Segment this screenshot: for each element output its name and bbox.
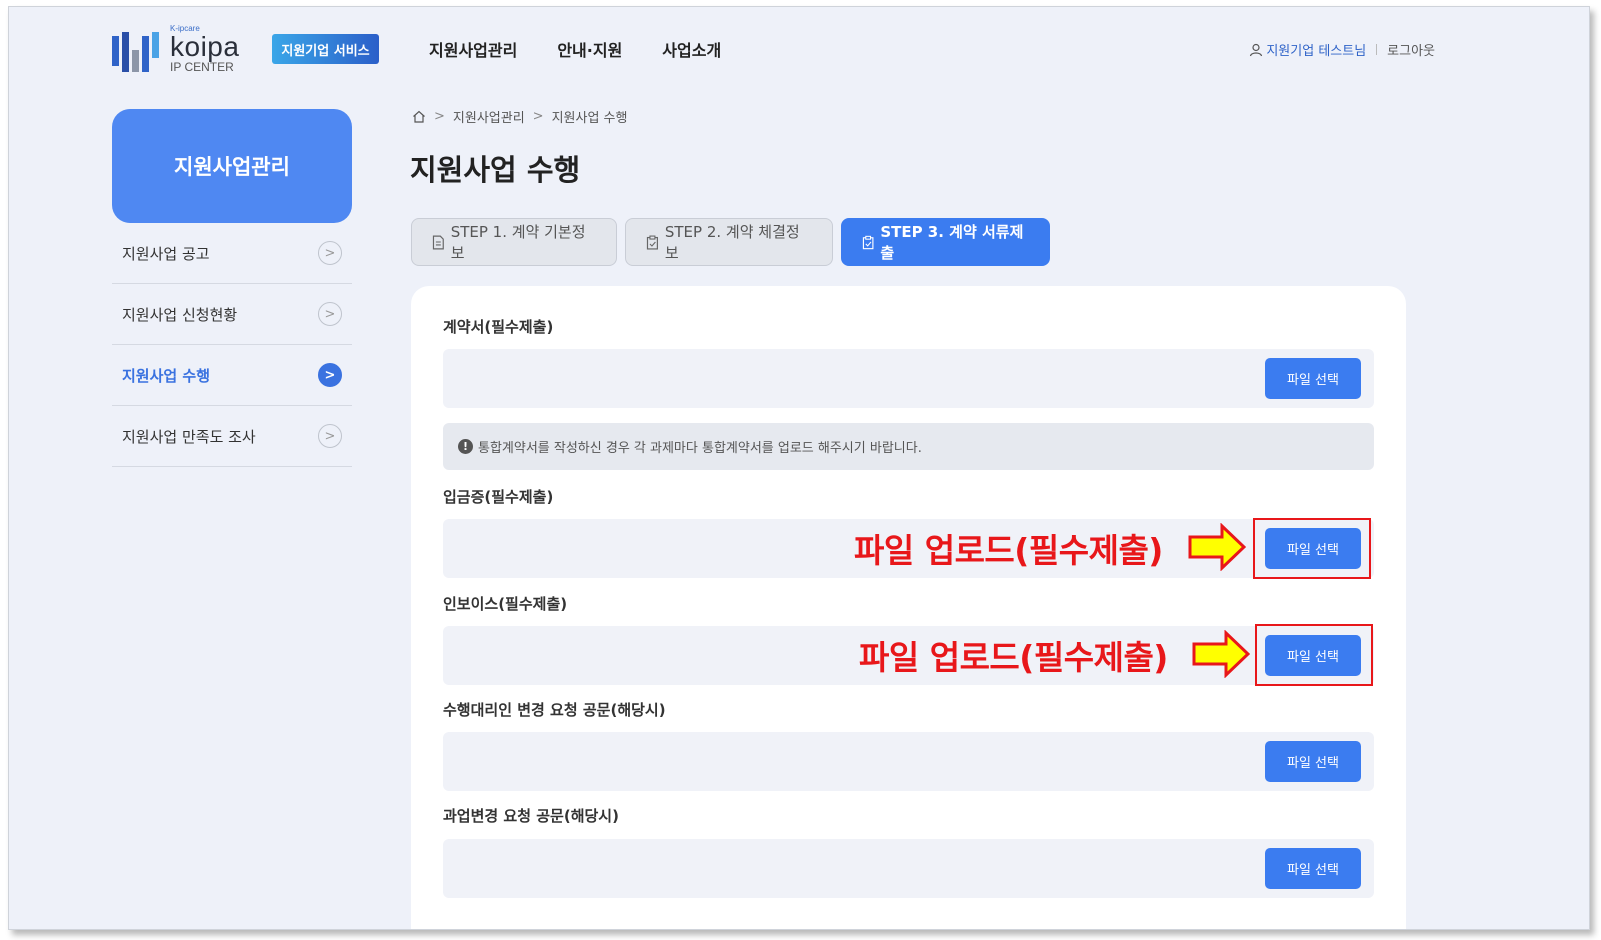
sidebar-item-satisfaction-survey[interactable]: 지원사업 만족도 조사 > [112,406,352,467]
tab-step-2[interactable]: STEP 2. 계약 체결정보 [625,218,833,266]
sidebar-item-label: 지원사업 신청현황 [122,305,238,324]
document-upload-form: 계약서(필수제출) 파일 선택 ! 통합계약서를 작성하신 경우 각 과제마다 … [411,286,1406,929]
logo-sub-text: IP CENTER [170,60,234,74]
tab-step-1[interactable]: STEP 1. 계약 기본정보 [411,218,617,266]
sidebar-item-label: 지원사업 만족도 조사 [122,427,256,446]
notice-box: ! 통합계약서를 작성하신 경우 각 과제마다 통합계약서를 업로드 해주시기 … [443,423,1374,470]
step-tabs: STEP 1. 계약 기본정보 STEP 2. 계약 체결정보 STEP 3. … [411,218,1050,266]
document-icon [432,235,444,249]
tab-label: STEP 3. 계약 서류제출 [880,223,1024,262]
clipboard-icon [646,235,658,250]
sidebar-item-execution[interactable]: 지원사업 수행 > [112,345,352,406]
home-icon[interactable] [412,110,426,123]
user-link[interactable]: 지원기업 테스트님 [1249,40,1366,59]
divider [1376,44,1378,55]
file-field-contract: 파일 선택 [443,349,1374,408]
user-name: 지원기업 테스트님 [1266,44,1367,59]
sidebar-item-application-status[interactable]: 지원사업 신청현황 > [112,284,352,345]
field-label-deposit-receipt: 입금증(필수제출) [443,488,554,506]
highlight-box [1253,518,1371,579]
highlight-box [1255,624,1373,686]
breadcrumb: > 지원사업관리 > 지원사업 수행 [412,107,627,126]
chevron-right-icon: > [318,424,342,448]
chevron-right-icon: > [318,241,342,265]
arrow-right-icon [1188,523,1246,571]
sidebar-item-label: 지원사업 공고 [122,244,210,263]
nav-item-support-management[interactable]: 지원사업관리 [429,37,517,61]
logo-main-text: koipa [170,31,240,62]
chevron-right-icon: > [318,363,342,387]
breadcrumb-item[interactable]: 지원사업관리 [453,107,525,126]
tab-step-3[interactable]: STEP 3. 계약 서류제출 [841,218,1050,266]
annotation-text: 파일 업로드(필수제출) [854,531,1163,570]
clipboard-icon [862,235,874,249]
sidebar-title: 지원사업관리 [112,109,352,223]
sidebar-menu: 지원사업 공고 > 지원사업 신청현황 > 지원사업 수행 > 지원사업 만족도… [112,223,352,467]
breadcrumb-item[interactable]: 지원사업 수행 [552,107,628,126]
file-select-button-agent-change[interactable]: 파일 선택 [1265,741,1361,782]
browser-frame: K-ipcare koipa IP CENTER 지원기업 서비스 지원사업관리… [8,6,1590,930]
koipa-logo[interactable]: K-ipcare koipa IP CENTER [112,25,239,73]
file-field-agent-change: 파일 선택 [443,732,1374,791]
field-label-invoice: 인보이스(필수제출) [443,595,568,613]
notice-text: 통합계약서를 작성하신 경우 각 과제마다 통합계약서를 업로드 해주시기 바랍… [478,441,922,456]
logout-link[interactable]: 로그아웃 [1387,40,1435,59]
file-select-button-contract[interactable]: 파일 선택 [1265,358,1361,399]
sidebar-item-announcement[interactable]: 지원사업 공고 > [112,223,352,284]
breadcrumb-separator: > [434,109,445,124]
file-select-button-task-change[interactable]: 파일 선택 [1265,848,1361,889]
global-nav: 지원사업관리 안내·지원 사업소개 [429,37,721,61]
sidebar-item-label: 지원사업 수행 [122,366,211,385]
field-label-contract: 계약서(필수제출) [443,318,554,336]
exclamation-icon: ! [458,439,473,454]
service-badge[interactable]: 지원기업 서비스 [272,34,379,64]
file-field-task-change: 파일 선택 [443,839,1374,898]
page-title: 지원사업 수행 [410,153,581,187]
tab-label: STEP 2. 계약 체결정보 [664,223,800,262]
breadcrumb-separator: > [532,109,544,124]
logo-bars-icon [112,26,164,72]
field-label-agent-change: 수행대리인 변경 요청 공문(해당시) [443,701,666,719]
user-icon [1250,43,1263,56]
field-label-task-change: 과업변경 요청 공문(해당시) [443,807,619,825]
annotation-text: 파일 업로드(필수제출) [859,638,1168,677]
arrow-right-icon [1192,630,1250,678]
nav-item-guide-support[interactable]: 안내·지원 [557,37,622,61]
tab-label: STEP 1. 계약 기본정보 [450,223,586,262]
user-area: 지원기업 테스트님 로그아웃 [1249,40,1435,59]
nav-item-business-intro[interactable]: 사업소개 [662,37,721,61]
chevron-right-icon: > [318,302,342,326]
